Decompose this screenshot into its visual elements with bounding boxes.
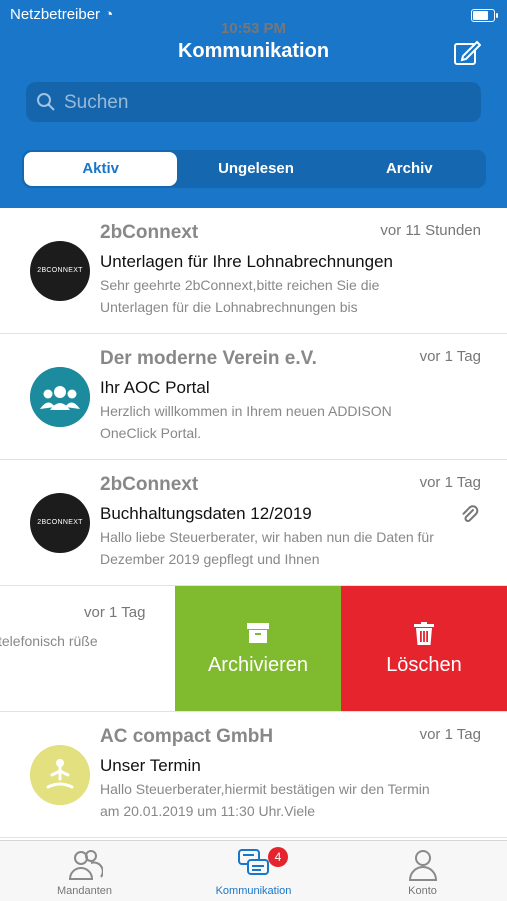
tab-archiv[interactable]: Archiv (333, 150, 486, 188)
sender-name: 2bConnext (100, 222, 199, 243)
message-subject: Unser Termin (100, 756, 201, 775)
tab-konto[interactable]: Konto (338, 841, 507, 901)
chat-icon (237, 849, 269, 875)
tab-label: Kommunikation (215, 885, 292, 897)
tab-aktiv[interactable]: Aktiv (24, 152, 178, 186)
archive-button[interactable]: Archivieren (175, 586, 341, 711)
page-title: Kommunikation (177, 40, 330, 62)
delete-button[interactable]: Löschen (341, 586, 507, 711)
paperclip-icon (462, 505, 479, 522)
message-preview: telefonisch rüße (0, 633, 98, 649)
tab-label: Mandanten (56, 885, 113, 897)
search-input[interactable] (62, 82, 466, 124)
message-preview: Hallo liebe Steuerberater, wir haben nun… (100, 529, 434, 567)
message-time: vor 1 Tag (84, 604, 146, 621)
battery-fill (473, 11, 489, 20)
message-preview: Sehr geehrte 2bConnext,bitte reichen Sie… (100, 277, 380, 315)
list-item-swiped[interactable]: vor 1 Tag telefonisch rüße Archivieren L… (0, 586, 507, 712)
avatar: 2BCONNEXT (30, 493, 90, 553)
archive-icon (247, 623, 269, 643)
tab-ungelesen[interactable]: Ungelesen (179, 150, 332, 188)
message-time: vor 1 Tag (419, 726, 481, 743)
tab-mandanten[interactable]: Mandanten (0, 841, 169, 901)
delete-label: Löschen (386, 654, 462, 676)
tab-label: Konto (408, 885, 437, 897)
notification-badge: 4 (268, 847, 288, 867)
tab-kommunikation[interactable]: Kommunikation (169, 841, 338, 901)
header: Netzbetreiber ◔ 10:53 PM Kommunikation A… (0, 0, 507, 208)
battery-icon (471, 9, 498, 22)
message-list: 2BCONNEXT 2bConnext vor 11 Stunden Unter… (0, 208, 507, 838)
clients-icon (68, 850, 103, 880)
message-preview: Hallo Steuerberater,hiermit bestätigen w… (100, 781, 430, 819)
search-bar[interactable] (26, 82, 481, 124)
message-time: vor 1 Tag (419, 348, 481, 365)
account-icon (408, 850, 437, 881)
message-preview: Herzlich willkommen in Ihrem neuen ADDIS… (100, 403, 392, 441)
message-time: vor 11 Stunden (380, 222, 481, 239)
segmented-control: Aktiv Ungelesen Archiv (22, 150, 486, 188)
message-subject: Unterlagen für Ihre Lohnabrechnungen (100, 252, 393, 271)
group-icon (30, 367, 90, 427)
sender-name: AC compact GmbH (100, 726, 274, 747)
list-item[interactable]: 2BCONNEXT 2bConnext vor 1 Tag Buchhaltun… (0, 460, 507, 586)
trash-icon (414, 622, 434, 645)
sender-name: Der moderne Verein e.V. (100, 348, 317, 369)
archive-label: Archivieren (207, 654, 309, 676)
status-bar: Netzbetreiber ◔ 10:53 PM (0, 6, 507, 37)
message-subject: Buchhaltungsdaten 12/2019 (100, 504, 312, 523)
sender-name: 2bConnext (100, 474, 199, 495)
message-time: vor 1 Tag (419, 474, 481, 491)
clock: 10:53 PM (220, 20, 287, 37)
message-subject: Ihr AOC Portal (100, 378, 210, 397)
compose-icon[interactable] (453, 38, 481, 66)
avatar: 2BCONNEXT (30, 241, 90, 301)
search-icon (37, 93, 55, 111)
meditation-icon (30, 745, 90, 805)
list-item[interactable]: AC compact GmbH vor 1 Tag Unser Termin H… (0, 712, 507, 838)
tab-bar: Mandanten Kommunikation Konto 4 (0, 840, 507, 901)
list-item[interactable]: 2BCONNEXT 2bConnext vor 11 Stunden Unter… (0, 208, 507, 334)
list-item[interactable]: Der moderne Verein e.V. vor 1 Tag Ihr AO… (0, 334, 507, 460)
